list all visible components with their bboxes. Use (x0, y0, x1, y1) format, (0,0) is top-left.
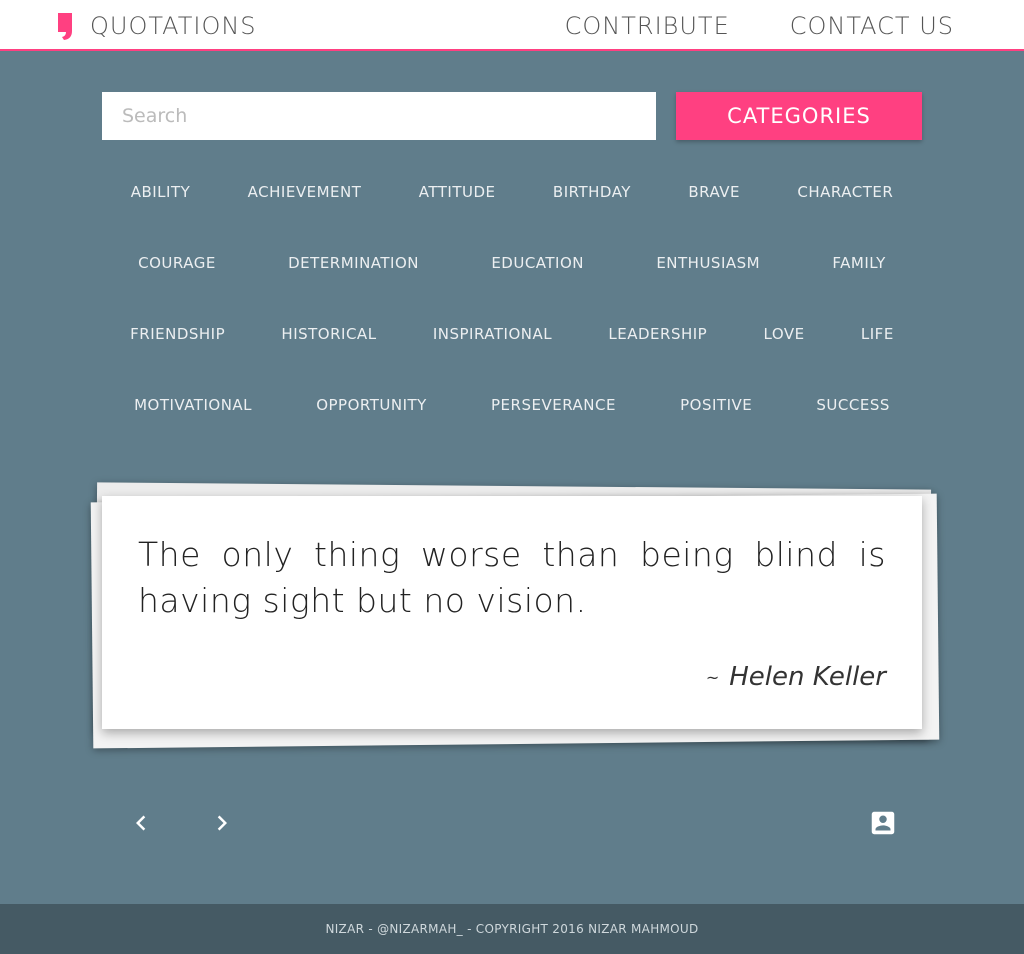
category-link-inspirational[interactable]: INSPIRATIONAL (433, 325, 552, 343)
footer: NIZAR - @NIZARMAH_ - COPYRIGHT 2016 NIZA… (0, 904, 1024, 954)
account-box-icon (871, 811, 895, 835)
category-link-ability[interactable]: ABILITY (131, 183, 191, 201)
category-link-brave[interactable]: BRAVE (688, 183, 740, 201)
category-link-perseverance[interactable]: PERSEVERANCE (491, 396, 616, 414)
category-link-success[interactable]: SUCCESS (816, 396, 889, 414)
previous-quote-button[interactable] (126, 808, 156, 838)
category-link-determination[interactable]: DETERMINATION (288, 254, 419, 272)
category-link-motivational[interactable]: MOTIVATIONAL (134, 396, 252, 414)
footer-copyright: NIZAR - @NIZARMAH_ - COPYRIGHT 2016 NIZA… (325, 922, 699, 936)
category-link-enthusiasm[interactable]: ENTHUSIASM (656, 254, 760, 272)
category-link-family[interactable]: FAMILY (832, 254, 885, 272)
category-row: MOTIVATIONAL OPPORTUNITY PERSEVERANCE PO… (102, 390, 922, 420)
author-name[interactable]: Helen Keller (729, 662, 886, 692)
quote-author: ~ Helen Keller (706, 662, 886, 692)
quote-card: The only thing worse than being blind is… (102, 496, 922, 729)
category-link-positive[interactable]: POSITIVE (680, 396, 752, 414)
category-link-courage[interactable]: COURAGE (138, 254, 216, 272)
category-link-life[interactable]: LIFE (861, 325, 894, 343)
category-link-birthday[interactable]: BIRTHDAY (553, 183, 631, 201)
category-row: FRIENDSHIP HISTORICAL INSPIRATIONAL LEAD… (102, 319, 922, 349)
author-tilde: ~ (705, 667, 720, 687)
category-link-love[interactable]: LOVE (764, 325, 805, 343)
categories-button[interactable]: CATEGORIES (676, 92, 922, 140)
category-link-opportunity[interactable]: OPPORTUNITY (316, 396, 427, 414)
chevron-right-icon (217, 815, 227, 831)
category-link-friendship[interactable]: FRIENDSHIP (130, 325, 225, 343)
category-link-attitude[interactable]: ATTITUDE (419, 183, 496, 201)
nav-contribute-link[interactable]: CONTRIBUTE (565, 12, 730, 40)
category-row: ABILITY ACHIEVEMENT ATTITUDE BIRTHDAY BR… (102, 177, 922, 207)
brand[interactable]: QUOTATIONS (56, 10, 257, 42)
nav-contact-us-link[interactable]: CONTACT US (790, 12, 954, 40)
category-link-achievement[interactable]: ACHIEVEMENT (248, 183, 362, 201)
category-link-character[interactable]: CHARACTER (797, 183, 893, 201)
quote-text: The only thing worse than being blind is… (138, 535, 886, 620)
main-nav: CONTRIBUTE CONTACT US (565, 10, 954, 42)
author-profile-button[interactable] (868, 808, 898, 838)
brand-title: QUOTATIONS (90, 12, 257, 40)
category-row: COURAGE DETERMINATION EDUCATION ENTHUSIA… (102, 248, 922, 278)
next-quote-button[interactable] (207, 808, 237, 838)
category-link-historical[interactable]: HISTORICAL (281, 325, 376, 343)
chevron-left-icon (136, 815, 146, 831)
quote-mark-icon (58, 13, 72, 40)
search-input[interactable] (102, 92, 656, 140)
top-navbar: QUOTATIONS CONTRIBUTE CONTACT US (0, 0, 1024, 51)
category-link-education[interactable]: EDUCATION (491, 254, 584, 272)
category-link-leadership[interactable]: LEADERSHIP (608, 325, 707, 343)
